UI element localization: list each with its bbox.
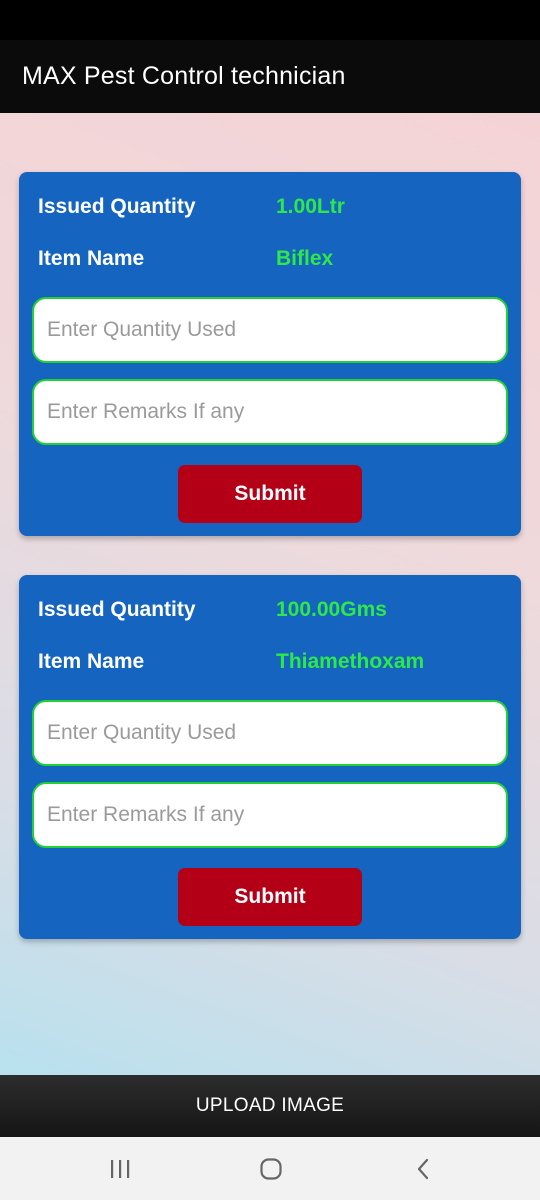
item-name-label: Item Name <box>38 247 145 270</box>
system-nav-bar <box>0 1137 540 1200</box>
page-title: MAX Pest Control technician <box>22 62 346 90</box>
back-icon[interactable] <box>393 1149 453 1189</box>
remarks-placeholder: Enter Remarks If any <box>47 803 245 826</box>
home-icon[interactable] <box>241 1149 301 1189</box>
status-bar <box>0 0 540 40</box>
item-card: Issued Quantity 1.00Ltr Item Name Biflex… <box>19 172 521 536</box>
submit-button[interactable]: Submit <box>178 868 362 926</box>
item-name-row: Item Name Biflex <box>38 244 508 274</box>
quantity-used-placeholder: Enter Quantity Used <box>47 721 237 744</box>
item-name-value: Biflex <box>276 247 334 270</box>
content-area[interactable]: Issued Quantity 1.00Ltr Item Name Biflex… <box>0 113 540 1075</box>
item-name-row: Item Name Thiamethoxam <box>38 647 508 677</box>
quantity-used-input[interactable]: Enter Quantity Used <box>32 700 508 766</box>
issued-quantity-label: Issued Quantity <box>38 195 196 218</box>
remarks-input[interactable]: Enter Remarks If any <box>32 782 508 848</box>
remarks-placeholder: Enter Remarks If any <box>47 400 245 423</box>
remarks-input[interactable]: Enter Remarks If any <box>32 379 508 445</box>
issued-quantity-value: 1.00Ltr <box>276 195 345 218</box>
issued-quantity-row: Issued Quantity 1.00Ltr <box>38 192 508 222</box>
item-name-label: Item Name <box>38 650 145 673</box>
app-bar: MAX Pest Control technician <box>0 40 540 113</box>
item-name-value: Thiamethoxam <box>276 650 425 673</box>
item-card: Issued Quantity 100.00Gms Item Name Thia… <box>19 575 521 939</box>
quantity-used-placeholder: Enter Quantity Used <box>47 318 237 341</box>
issued-quantity-value: 100.00Gms <box>276 598 387 621</box>
upload-image-button[interactable]: UPLOAD IMAGE <box>0 1075 540 1137</box>
issued-quantity-label: Issued Quantity <box>38 598 196 621</box>
recent-apps-icon[interactable] <box>90 1149 150 1189</box>
quantity-used-input[interactable]: Enter Quantity Used <box>32 297 508 363</box>
submit-button[interactable]: Submit <box>178 465 362 523</box>
issued-quantity-row: Issued Quantity 100.00Gms <box>38 595 508 625</box>
